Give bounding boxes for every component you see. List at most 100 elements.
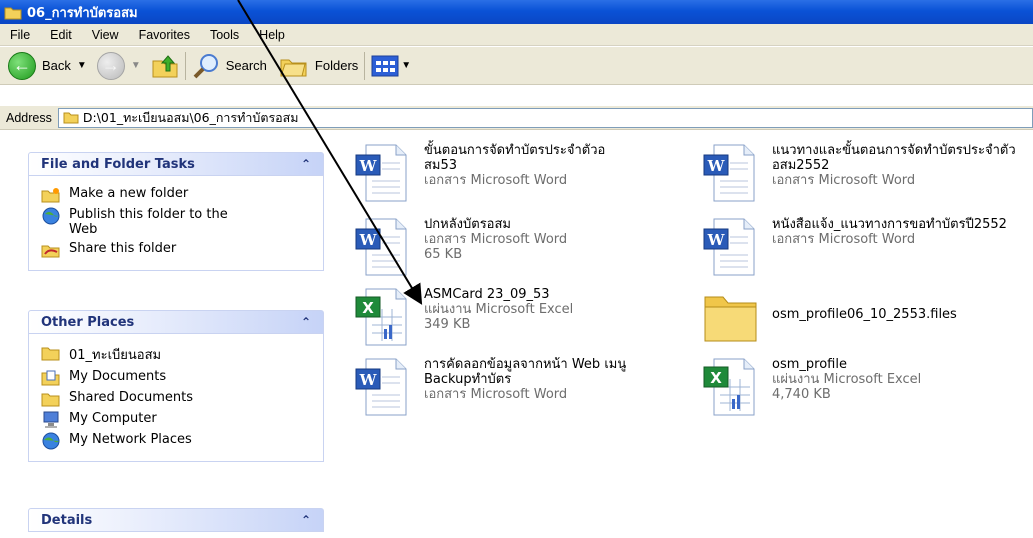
place-my-documents[interactable]: My Documents	[41, 369, 313, 386]
file-item[interactable]: W ขั้นตอนการจัดทำบัตรประจำตัวอสม53 เอกสา…	[354, 143, 624, 203]
network-places-icon	[41, 432, 61, 449]
place-shared-documents[interactable]: Shared Documents	[41, 390, 313, 407]
place-label: My Computer	[69, 411, 157, 426]
task-label: Share this folder	[69, 241, 177, 256]
file-name: ขั้นตอนการจัดทำบัตรประจำตัวอสม53	[424, 143, 606, 173]
forward-dropdown-icon[interactable]: ▼	[131, 60, 141, 71]
svg-text:X: X	[362, 299, 374, 317]
address-input[interactable]: D:\01_ทะเบียนอสม\06_การทำบัตรอสม	[57, 107, 1033, 128]
file-item[interactable]: W การคัดลอกข้อมูลจากหน้า Web เมนู Backup…	[354, 357, 644, 417]
other-places-header[interactable]: Other Places ⌃	[28, 310, 324, 334]
task-share-folder[interactable]: Share this folder	[41, 241, 313, 258]
place-label: 01_ทะเบียนอสม	[69, 348, 162, 363]
back-label: Back	[42, 58, 71, 73]
up-folder-icon	[152, 54, 178, 77]
back-arrow-icon: ←	[8, 51, 36, 80]
file-name: ASMCard 23_09_53	[424, 287, 550, 302]
svg-text:W: W	[359, 231, 378, 249]
svg-text:W: W	[359, 157, 378, 175]
menu-edit[interactable]: Edit	[40, 28, 82, 42]
toolbar: ← Back ▼ → ▼ Search Folders ▼	[0, 47, 1033, 85]
my-computer-icon	[41, 411, 61, 428]
file-type: เอกสาร Microsoft Word	[424, 387, 568, 402]
publish-web-icon	[41, 207, 61, 224]
svg-text:W: W	[707, 231, 726, 249]
file-type: แผ่นงาน Microsoft Excel	[424, 302, 574, 317]
file-size: 4,740 KB	[772, 387, 831, 402]
title-bar: 06_การทำบัตรอสม	[0, 0, 1033, 24]
file-size: 65 KB	[424, 247, 463, 262]
file-name: ปกหลังบัตรอสม	[424, 217, 511, 232]
file-item[interactable]: W แนวทางและขั้นตอนการจัดทำบัตรประจำตัวอส…	[702, 143, 1022, 203]
views-button[interactable]: ▼	[371, 55, 411, 77]
views-dropdown-icon[interactable]: ▼	[401, 60, 411, 71]
up-folder-button[interactable]	[151, 53, 179, 79]
collapse-chevron-icon[interactable]: ⌃	[301, 157, 311, 171]
share-folder-icon	[41, 241, 61, 258]
task-publish-folder[interactable]: Publish this folder to the Web	[41, 207, 313, 237]
panel-title: Other Places	[41, 314, 135, 330]
file-name: หนังสือแจ้ง_แนวทางการขอทำบัตรปี2552	[772, 217, 1007, 232]
file-type: แผ่นงาน Microsoft Excel	[772, 372, 922, 387]
word-doc-icon: W	[354, 217, 410, 277]
place-my-network-places[interactable]: My Network Places	[41, 432, 313, 449]
forward-arrow-icon: →	[96, 51, 125, 80]
file-item[interactable]: osm_profile06_10_2553.files	[702, 287, 1032, 347]
svg-text:X: X	[710, 369, 722, 387]
collapse-chevron-icon[interactable]: ⌃	[301, 513, 311, 527]
place-my-computer[interactable]: My Computer	[41, 411, 313, 428]
folders-button[interactable]: Folders	[279, 54, 358, 78]
back-dropdown-icon[interactable]: ▼	[77, 60, 87, 71]
file-list: W ขั้นตอนการจัดทำบัตรประจำตัวอสม53 เอกสา…	[340, 131, 1033, 538]
address-label: Address	[6, 110, 52, 125]
shared-documents-icon	[41, 390, 61, 407]
word-doc-icon: W	[354, 143, 410, 203]
address-path: D:\01_ทะเบียนอสม\06_การทำบัตรอสม	[82, 109, 299, 125]
word-doc-icon: W	[702, 143, 758, 203]
menu-favorites[interactable]: Favorites	[129, 28, 200, 42]
collapse-chevron-icon[interactable]: ⌃	[301, 315, 311, 329]
svg-text:W: W	[359, 371, 378, 389]
task-pane: File and Folder Tasks ⌃ Make a new folde…	[0, 131, 340, 538]
search-button[interactable]: Search	[192, 53, 267, 79]
file-folder-tasks-header[interactable]: File and Folder Tasks ⌃	[28, 152, 324, 176]
menu-bar: File Edit View Favorites Tools Help	[0, 24, 1033, 46]
place-label: My Network Places	[69, 432, 192, 447]
details-header[interactable]: Details ⌃	[28, 508, 324, 532]
window-title: 06_การทำบัตรอสม	[27, 5, 138, 21]
folder-icon	[41, 344, 61, 361]
toolbar-separator	[364, 51, 366, 80]
file-type: เอกสาร Microsoft Word	[772, 232, 916, 247]
folder-icon	[4, 7, 22, 19]
panel-title: Details	[41, 512, 93, 528]
place-parent-folder[interactable]: 01_ทะเบียนอสม	[41, 344, 313, 365]
menu-view[interactable]: View	[82, 28, 129, 42]
task-make-new-folder[interactable]: Make a new folder	[41, 186, 313, 203]
file-name: osm_profile	[772, 357, 847, 372]
task-label: Publish this folder to the Web	[69, 207, 228, 237]
my-documents-icon	[41, 369, 61, 386]
file-item[interactable]: X osm_profile แผ่นงาน Microsoft Excel 4,…	[702, 357, 1012, 417]
file-item[interactable]: W ปกหลังบัตรอสม เอกสาร Microsoft Word 65…	[354, 217, 624, 277]
svg-text:W: W	[707, 157, 726, 175]
menu-file[interactable]: File	[0, 28, 40, 42]
file-size: 349 KB	[424, 317, 471, 332]
panel-title: File and Folder Tasks	[41, 156, 195, 172]
folder-icon	[702, 287, 758, 347]
menu-tools[interactable]: Tools	[200, 28, 249, 42]
file-item[interactable]: W หนังสือแจ้ง_แนวทางการขอทำบัตรปี2552 เอ…	[702, 217, 1022, 277]
file-name: osm_profile06_10_2553.files	[772, 307, 957, 322]
folders-icon	[280, 59, 307, 76]
other-places-body: 01_ทะเบียนอสม My Documents Shared Docume…	[28, 334, 324, 462]
toolbar-separator	[184, 51, 186, 80]
file-type: เอกสาร Microsoft Word	[772, 173, 916, 188]
folders-label: Folders	[314, 58, 359, 73]
forward-button[interactable]: → ▼	[96, 51, 141, 80]
menu-help[interactable]: Help	[249, 28, 295, 42]
file-item[interactable]: X ASMCard 23_09_53 แผ่นงาน Microsoft Exc…	[354, 287, 624, 347]
search-icon	[193, 53, 218, 78]
back-button[interactable]: ← Back ▼	[8, 51, 87, 80]
place-label: My Documents	[69, 369, 167, 384]
views-icon	[371, 55, 399, 76]
file-type: เอกสาร Microsoft Word	[424, 232, 568, 247]
